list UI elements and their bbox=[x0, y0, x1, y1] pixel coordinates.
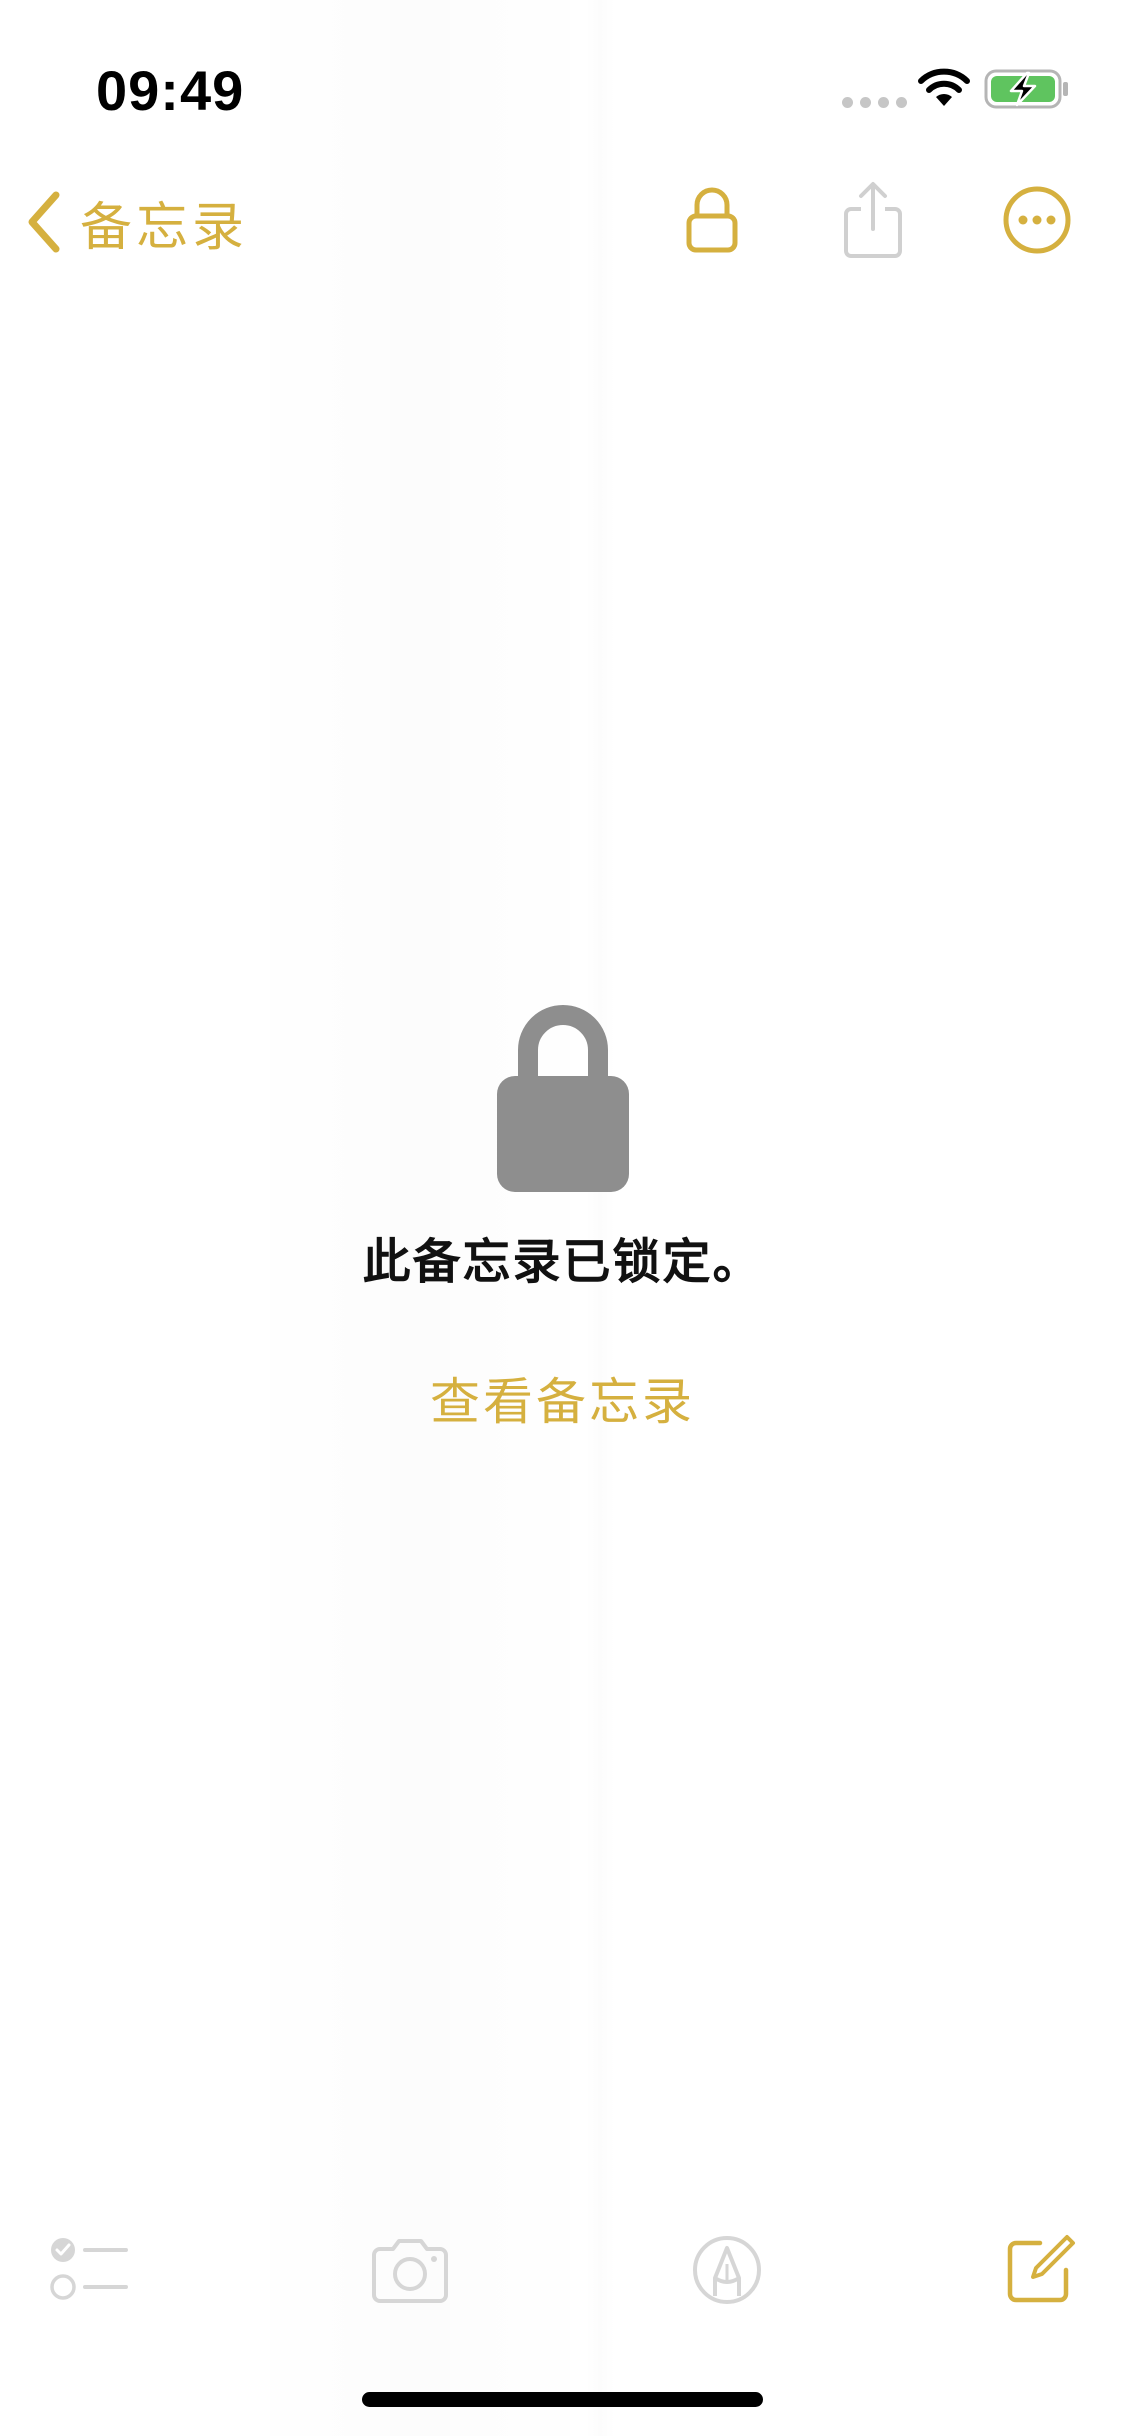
cellular-signal-icon bbox=[842, 97, 907, 108]
bottom-toolbar bbox=[0, 2220, 1125, 2320]
camera-button[interactable] bbox=[360, 2220, 460, 2320]
markup-button[interactable] bbox=[677, 2220, 777, 2320]
more-icon bbox=[1003, 186, 1071, 254]
locked-message: 此备忘录已锁定。 bbox=[362, 1234, 763, 1290]
lock-icon bbox=[496, 1005, 629, 1192]
navigation-bar: 备忘录 bbox=[0, 160, 1125, 280]
checklist-button[interactable] bbox=[40, 2220, 140, 2320]
more-button[interactable] bbox=[992, 175, 1082, 265]
chevron-left-icon bbox=[28, 191, 60, 253]
view-note-button[interactable]: 查看备忘录 bbox=[430, 1362, 695, 1434]
status-time: 09:49 bbox=[96, 59, 245, 122]
back-label: 备忘录 bbox=[80, 197, 249, 258]
locked-note-panel: 此备忘录已锁定。 查看备忘录 bbox=[0, 1000, 1125, 1434]
home-indicator bbox=[362, 2392, 763, 2407]
markup-icon bbox=[693, 2236, 761, 2304]
camera-icon bbox=[372, 2239, 448, 2303]
status-bar: 09:49 bbox=[0, 0, 1125, 160]
lock-button[interactable] bbox=[667, 175, 757, 265]
checklist-icon bbox=[50, 2238, 128, 2300]
back-button[interactable]: 备忘录 bbox=[24, 182, 248, 262]
compose-icon bbox=[1007, 2235, 1075, 2303]
compose-button[interactable] bbox=[990, 2220, 1090, 2320]
share-button[interactable] bbox=[828, 175, 918, 265]
wifi-icon bbox=[918, 68, 970, 106]
battery-icon bbox=[984, 69, 1068, 109]
lock-icon bbox=[686, 187, 738, 253]
share-icon bbox=[844, 182, 902, 258]
